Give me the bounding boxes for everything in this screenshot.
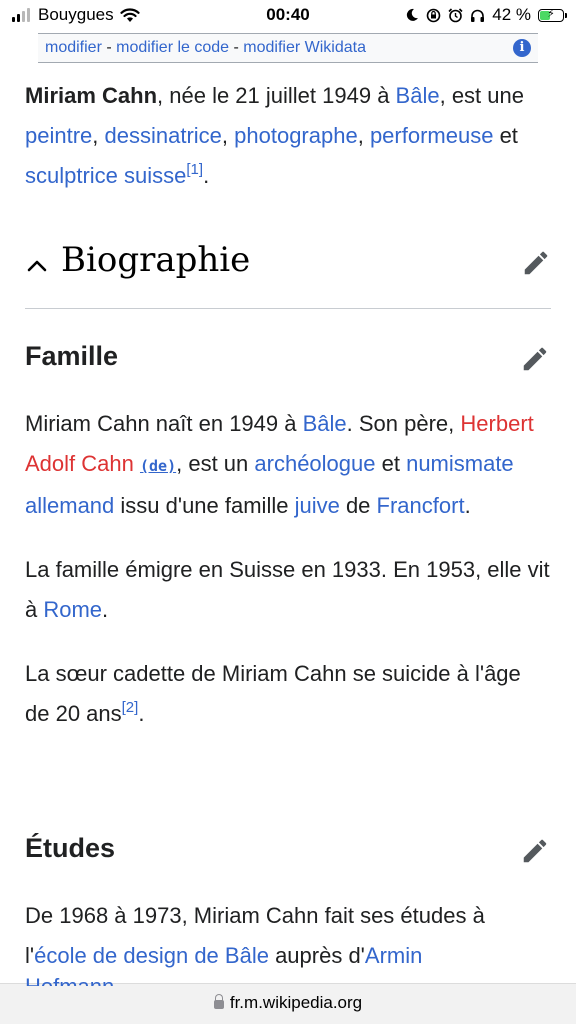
edit-pencil-icon[interactable] [520, 836, 550, 866]
link-ecole-de-design-de-bale[interactable]: école de design de Bâle [34, 943, 269, 968]
etudes-section: De 1968 à 1973, Miriam Cahn fait ses étu… [25, 896, 551, 976]
link-bale[interactable]: Bâle [396, 83, 440, 108]
reference-1[interactable]: [1] [186, 161, 203, 178]
famille-paragraph-1: Miriam Cahn naît en 1949 à Bâle. Son pèr… [25, 411, 534, 518]
famille-section: Miriam Cahn naît en 1949 à Bâle. Son pèr… [25, 404, 551, 734]
subsection-heading-etudes: Études [25, 833, 116, 863]
modifier-link[interactable]: modifier [45, 39, 102, 56]
link-dessinatrice[interactable]: dessinatrice [105, 123, 222, 148]
edit-pencil-icon[interactable] [521, 248, 551, 278]
link-photographe[interactable]: photographe [234, 123, 358, 148]
modifier-wikidata-link[interactable]: modifier Wikidata [243, 39, 366, 56]
partial-next-line-text: Hofmann [25, 974, 115, 999]
link-performeuse[interactable]: performeuse [370, 123, 494, 148]
orientation-lock-icon [426, 8, 441, 22]
intro-paragraph: Miriam Cahn, née le 21 juillet 1949 à Bâ… [25, 83, 524, 188]
famille-paragraph-3: La sœur cadette de Miriam Cahn se suicid… [25, 661, 521, 726]
alarm-icon [448, 7, 463, 22]
headphones-icon [471, 9, 485, 22]
famille-paragraph-2: La famille émigre en Suisse en 1933. En … [25, 557, 550, 622]
battery-percent: 42 % [492, 5, 531, 24]
intro-section: Miriam Cahn, née le 21 juillet 1949 à Bâ… [25, 76, 551, 196]
link-numismate[interactable]: numismate [406, 451, 514, 476]
link-peintre[interactable]: peintre [25, 123, 92, 148]
chevron-up-icon[interactable] [25, 254, 49, 278]
separator: - [229, 39, 244, 56]
subsection-heading-famille: Famille [25, 341, 119, 371]
etudes-paragraph-1: De 1968 à 1973, Miriam Cahn fait ses étu… [25, 903, 485, 968]
link-rome[interactable]: Rome [43, 597, 102, 622]
modifier-code-link[interactable]: modifier le code [116, 39, 229, 56]
link-armin-hofmann[interactable]: Armin [365, 943, 422, 968]
subject-name: Miriam Cahn [25, 83, 158, 108]
battery-charging-icon: ⚡ [538, 8, 567, 22]
link-bale[interactable]: Bâle [303, 411, 347, 436]
edit-pencil-icon[interactable] [520, 344, 550, 374]
link-allemand[interactable]: allemand [25, 493, 114, 518]
link-juive[interactable]: juive [295, 493, 340, 518]
section-header-biographie[interactable]: Biographie [25, 238, 551, 309]
screen: Bouygues 00:40 42 % ⚡ modifier - modifie… [0, 0, 576, 1024]
link-archeologue[interactable]: archéologue [254, 451, 375, 476]
reference-2[interactable]: [2] [122, 699, 139, 716]
status-right: 42 % ⚡ [405, 5, 567, 25]
interlanguage-link-de[interactable]: (de) [140, 457, 176, 475]
section-title-biographie: Biographie [61, 240, 251, 280]
lock-icon [213, 994, 224, 1009]
status-bar: Bouygues 00:40 42 % ⚡ [0, 0, 576, 32]
browser-url-bar[interactable]: Hofmann fr.m.wikipedia.org [0, 976, 576, 1024]
url-text[interactable]: fr.m.wikipedia.org [230, 993, 362, 1012]
link-sculptrice-suisse[interactable]: sculptrice suisse [25, 163, 186, 188]
link-francfort[interactable]: Francfort [377, 493, 465, 518]
info-icon[interactable]: i [513, 39, 531, 57]
separator: - [101, 39, 117, 56]
moon-icon [407, 8, 419, 21]
edit-links-box: modifier - modifier le code - modifier W… [38, 33, 538, 63]
